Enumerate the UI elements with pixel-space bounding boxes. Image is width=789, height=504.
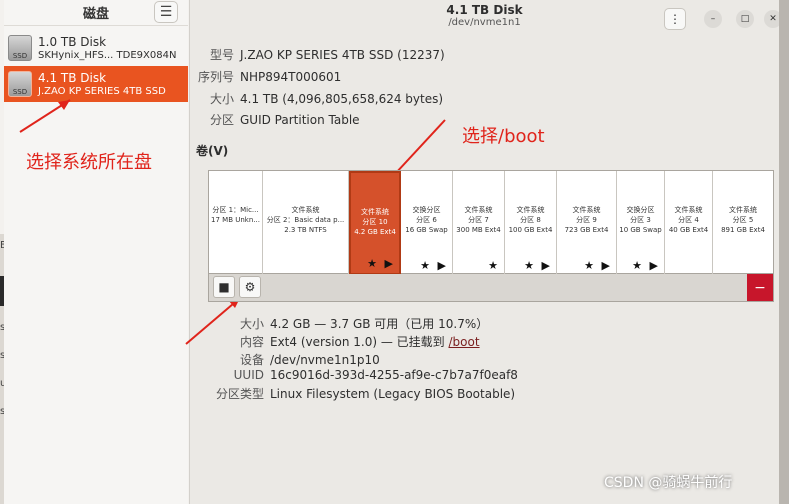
partition-4[interactable]: 文件系统 分区 4 40 GB Ext4: [665, 171, 713, 275]
partitioning-label: 分区: [209, 113, 234, 127]
volume-toolbar: ■ ⚙ −: [208, 274, 774, 302]
watermark: CSDN @骑蜗牛前行: [604, 475, 733, 491]
vol-uuid-value: 16c9016d-393d-4255-af9e-c7b7a7f0eaf8: [270, 368, 518, 382]
stop-icon[interactable]: ■: [213, 276, 235, 298]
screen-bezel: [779, 0, 789, 504]
partition-1[interactable]: 分区 1：Mic... 17 MB Unkn...: [209, 171, 263, 275]
disk-main-panel: 4.1 TB Disk /dev/nvme1n1 ⋮ – □ ✕ 型号 J.ZAO…: [190, 0, 782, 504]
model-label: 型号: [209, 48, 234, 62]
window-title: 4.1 TB Disk: [446, 3, 523, 17]
partitioning-row: 分区 GUID Partition Table: [190, 111, 360, 128]
partition-7[interactable]: 文件系统 分区 7 300 MB Ext4 ★: [453, 171, 505, 275]
minimize-icon[interactable]: –: [704, 10, 722, 28]
window-header: 4.1 TB Disk /dev/nvme1n1: [190, 0, 779, 32]
vol-size-label: 大小: [239, 317, 264, 331]
partition-flags: ★ ▶: [367, 257, 395, 270]
partition-flags: ★: [488, 259, 500, 272]
model-value: J.ZAO KP SERIES 4TB SSD (12237): [240, 48, 445, 62]
model-row: 型号 J.ZAO KP SERIES 4TB SSD (12237): [190, 46, 445, 63]
serial-label: 序列号: [197, 70, 234, 84]
partition-flags: ★ ▶: [420, 259, 448, 272]
vol-content-value: Ext4 (version 1.0) — 已挂载到: [270, 335, 449, 349]
partition-flags: ★ ▶: [584, 259, 612, 272]
vol-device-value: /dev/nvme1n1p10: [270, 353, 380, 367]
vol-ptype-value: Linux Filesystem (Legacy BIOS Bootable): [270, 387, 516, 401]
partition-3[interactable]: 交换分区 分区 3 10 GB Swap ★ ▶: [617, 171, 665, 275]
partition-8[interactable]: 文件系统 分区 8 100 GB Ext4 ★ ▶: [505, 171, 557, 275]
volumes-title: 卷(V): [196, 144, 229, 158]
more-options-icon[interactable]: ⋮: [664, 8, 686, 30]
vol-content-label: 内容: [239, 335, 264, 349]
maximize-icon[interactable]: □: [736, 10, 754, 28]
mount-point-link[interactable]: /boot: [449, 335, 480, 349]
size-value: 4.1 TB (4,096,805,658,624 bytes): [240, 92, 444, 106]
vol-device-row: 设备/dev/nvme1n1p10: [190, 351, 380, 368]
serial-value: NHP894T000601: [240, 70, 342, 84]
arrow-head: [58, 100, 70, 110]
serial-row: 序列号 NHP894T000601: [190, 68, 341, 85]
vol-uuid-row: UUID 16c9016d-393d-4255-af9e-c7b7a7f0eaf8: [190, 368, 518, 382]
partition-2[interactable]: 文件系统 分区 2：Basic data p... 2.3 TB NTFS: [263, 171, 349, 275]
partition-flags: ★ ▶: [632, 259, 660, 272]
photo-of-screen: Ed sys ssic unt st 磁盘 ☰ SSD 1.0 TB Disk …: [0, 0, 789, 504]
vol-ptype-row: 分区类型 Linux Filesystem (Legacy BIOS Bootab…: [190, 385, 515, 402]
vol-size-row: 大小 4.2 GB — 3.7 GB 可用（已用 10.7%）: [190, 315, 488, 332]
gear-icon[interactable]: ⚙: [239, 276, 261, 298]
vol-content-row: 内容 Ext4 (version 1.0) — 已挂载到 /boot: [190, 333, 480, 350]
delete-partition-button[interactable]: −: [747, 274, 773, 301]
window-subtitle: /dev/nvme1n1: [448, 17, 521, 28]
vol-ptype-label: 分区类型: [215, 387, 264, 401]
vol-device-label: 设备: [239, 353, 264, 367]
partition-9[interactable]: 文件系统 分区 9 723 GB Ext4 ★ ▶: [557, 171, 617, 275]
size-row: 大小 4.1 TB (4,096,805,658,624 bytes): [190, 90, 443, 107]
size-label: 大小: [209, 92, 234, 106]
partitioning-value: GUID Partition Table: [240, 113, 360, 127]
partition-5[interactable]: 文件系统 分区 5 891 GB Ext4: [713, 171, 773, 275]
vol-size-value: 4.2 GB — 3.7 GB 可用（已用 10.7%）: [270, 317, 489, 331]
annotation-select-disk: 选择系统所在盘: [26, 152, 152, 173]
partition-flags: ★ ▶: [524, 259, 552, 272]
partition-10-selected[interactable]: 文件系统 分区 10 4.2 GB Ext4 ★ ▶: [349, 171, 401, 275]
vol-uuid-label: UUID: [233, 368, 264, 382]
partition-6[interactable]: 交换分区 分区 6 16 GB Swap ★ ▶: [401, 171, 453, 275]
volume-map: 分区 1：Mic... 17 MB Unkn... 文件系统 分区 2：Basic …: [208, 170, 774, 275]
annotation-select-boot: 选择/boot: [462, 126, 545, 147]
